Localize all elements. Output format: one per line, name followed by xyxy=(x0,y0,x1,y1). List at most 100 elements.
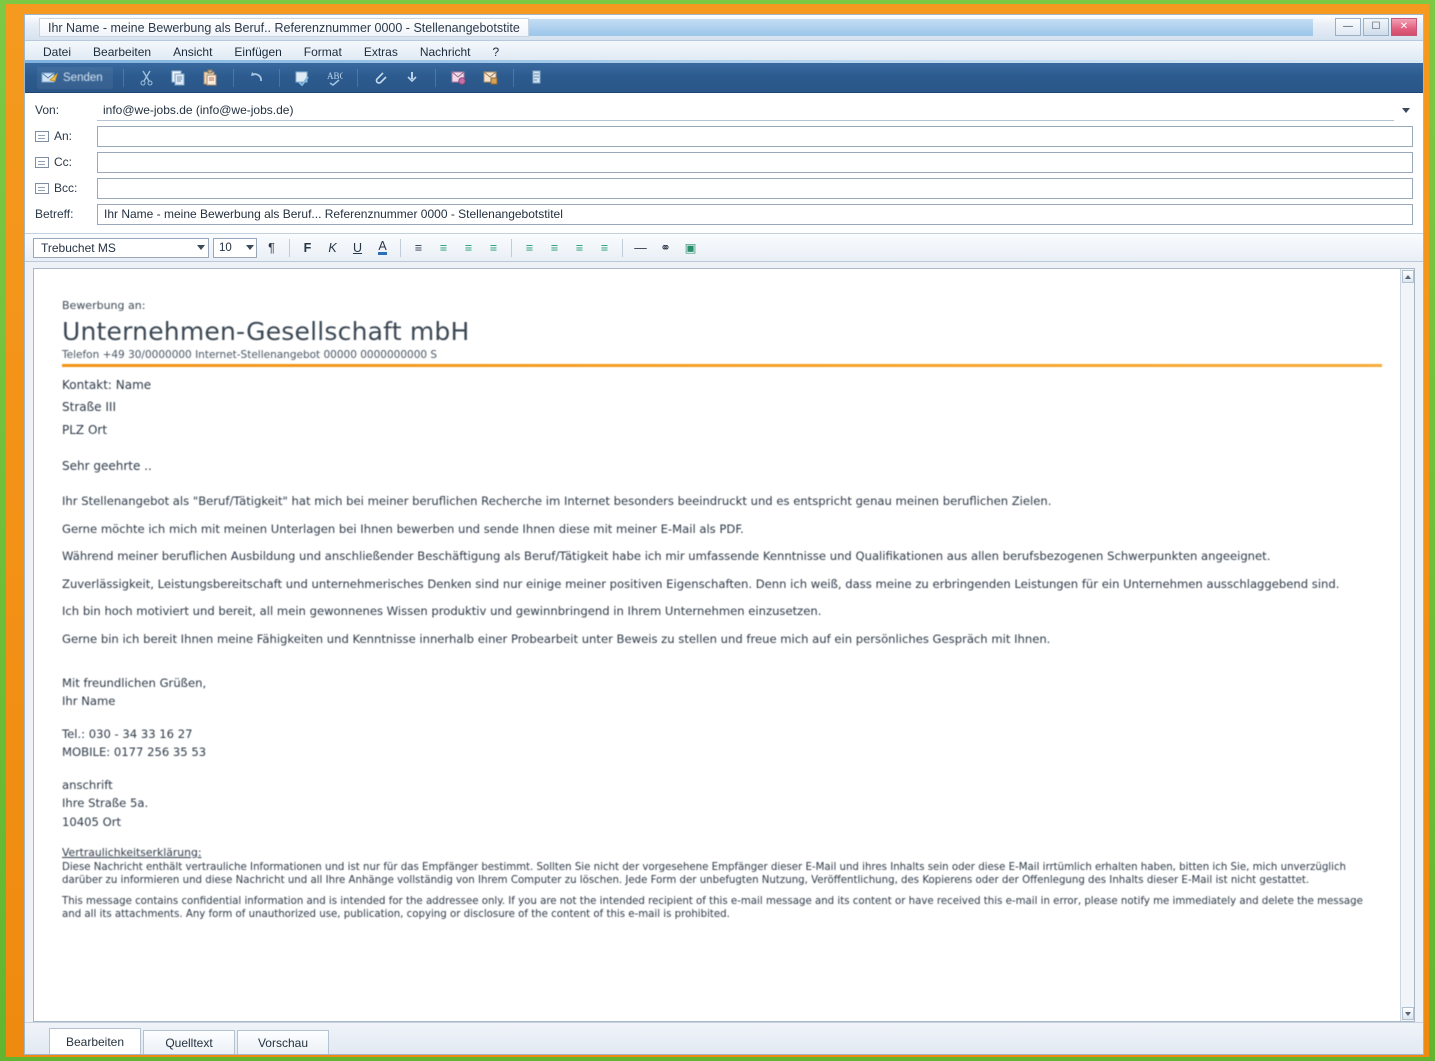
paste-button[interactable] xyxy=(198,67,223,89)
close-button[interactable]: ✕ xyxy=(1391,18,1417,36)
confidentiality-title: Vertraulichkeitserklärung: xyxy=(62,845,202,859)
email-compose-window: Ihr Name - meine Bewerbung als Beruf.. R… xyxy=(24,14,1424,1055)
italic-button[interactable]: K xyxy=(322,237,343,258)
menu-ansicht[interactable]: Ansicht xyxy=(173,45,212,59)
undo-icon xyxy=(248,69,265,86)
cut-button[interactable] xyxy=(134,67,159,89)
format-separator-4 xyxy=(622,238,623,257)
copy-button[interactable] xyxy=(166,67,191,89)
align-left-button[interactable]: ≡ xyxy=(519,237,540,258)
encrypt-button[interactable] xyxy=(478,67,503,89)
signature-phone: Tel.: 030 - 34 33 16 27 xyxy=(62,726,193,741)
increase-indent-button[interactable]: ≡ xyxy=(483,237,504,258)
insert-link-button[interactable]: ⚭ xyxy=(655,237,676,258)
font-family-select[interactable]: Trebuchet MS xyxy=(33,237,209,258)
insert-image-button[interactable]: ▣ xyxy=(680,237,701,258)
format-separator-3 xyxy=(511,238,512,257)
menu-extras[interactable]: Extras xyxy=(364,45,398,59)
from-input[interactable]: info@we-jobs.de (info@we-jobs.de) xyxy=(97,99,1394,121)
minimize-button[interactable]: — xyxy=(1335,18,1361,36)
address-label: anschrift xyxy=(62,777,113,792)
signature-mobile: MOBILE: 0177 256 35 53 xyxy=(62,745,207,760)
send-icon xyxy=(41,69,58,86)
tab-quelltext[interactable]: Quelltext xyxy=(143,1030,235,1054)
justify-button[interactable]: ≡ xyxy=(594,237,615,258)
offline-icon xyxy=(528,69,545,86)
bcc-row: Bcc: xyxy=(29,175,1413,201)
address-book-icon[interactable] xyxy=(35,182,49,194)
subject-input[interactable]: Ihr Name - meine Bewerbung als Beruf... … xyxy=(97,203,1413,225)
to-label[interactable]: An: xyxy=(29,129,97,143)
menu-bearbeiten[interactable]: Bearbeiten xyxy=(93,45,151,59)
body-paragraph: Ich bin hoch motiviert und bereit, all m… xyxy=(62,604,822,619)
message-body[interactable]: Bewerbung an: Unternehmen-Gesellschaft m… xyxy=(34,269,1400,1021)
body-paragraph: Gerne möchte ich mich mit meinen Unterla… xyxy=(62,521,744,536)
spellcheck-button[interactable]: ABC xyxy=(322,67,347,89)
chevron-down-icon xyxy=(197,245,205,250)
increase-indent-icon: ≡ xyxy=(489,240,498,255)
paragraph-style-icon: ¶ xyxy=(268,240,275,255)
undo-button[interactable] xyxy=(244,67,269,89)
numbered-list-button[interactable]: ≡ xyxy=(408,237,429,258)
main-toolbar: Senden AB xyxy=(25,63,1423,93)
menu-format[interactable]: Format xyxy=(304,45,342,59)
outer-green-border: Ihr Name - meine Bewerbung als Beruf.. R… xyxy=(0,0,1435,1061)
body-scrollbar[interactable] xyxy=(1400,269,1414,1021)
check-names-icon xyxy=(294,69,311,87)
menu-datei[interactable]: Datei xyxy=(43,45,71,59)
offline-button[interactable] xyxy=(524,67,549,89)
cc-label[interactable]: Cc: xyxy=(29,155,97,169)
bcc-label[interactable]: Bcc: xyxy=(29,181,97,195)
priority-button[interactable] xyxy=(400,67,425,89)
bold-icon: F xyxy=(303,240,312,255)
sign-button[interactable] xyxy=(446,67,471,89)
window-controls: — ☐ ✕ xyxy=(1335,18,1417,36)
align-right-button[interactable]: ≡ xyxy=(569,237,590,258)
to-input[interactable] xyxy=(97,125,1413,147)
font-color-button[interactable]: A xyxy=(372,237,393,258)
decrease-indent-icon: ≡ xyxy=(464,240,473,255)
check-names-button[interactable] xyxy=(290,67,315,89)
attach-button[interactable] xyxy=(368,67,393,89)
body-paragraph: Gerne bin ich bereit Ihnen meine Fähigke… xyxy=(62,632,1051,647)
font-size-select[interactable]: 10 xyxy=(213,237,257,258)
scroll-down-button[interactable] xyxy=(1401,1007,1414,1020)
orange-divider xyxy=(62,363,1382,367)
paragraph-style-button[interactable]: ¶ xyxy=(261,237,282,258)
address-book-icon[interactable] xyxy=(35,130,49,142)
contact-name: Kontakt: Name xyxy=(62,377,152,392)
chevron-down-icon xyxy=(246,245,254,250)
horizontal-rule-button[interactable]: — xyxy=(630,237,651,258)
closing-line: Mit freundlichen Grüßen, xyxy=(62,675,207,690)
bewerbung-label: Bewerbung an: xyxy=(62,299,146,312)
svg-text:ABC: ABC xyxy=(327,71,343,81)
bcc-input[interactable] xyxy=(97,177,1413,199)
bullet-list-button[interactable]: ≡ xyxy=(433,237,454,258)
from-dropdown-button[interactable] xyxy=(1398,103,1413,118)
align-right-icon: ≡ xyxy=(575,240,584,255)
bold-button[interactable]: F xyxy=(297,237,318,258)
insert-image-icon: ▣ xyxy=(684,241,697,255)
send-button[interactable]: Senden xyxy=(37,66,113,89)
underline-button[interactable]: U xyxy=(347,237,368,258)
tab-bearbeiten[interactable]: Bearbeiten xyxy=(49,1028,141,1054)
tab-vorschau[interactable]: Vorschau xyxy=(237,1030,329,1054)
menu-nachricht[interactable]: Nachricht xyxy=(420,45,471,59)
menu-einfuegen[interactable]: Einfügen xyxy=(234,45,281,59)
to-row: An: xyxy=(29,123,1413,149)
cc-row: Cc: xyxy=(29,149,1413,175)
maximize-button[interactable]: ☐ xyxy=(1363,18,1389,36)
window-title-container: Ihr Name - meine Bewerbung als Beruf.. R… xyxy=(39,18,529,37)
address-street: Ihre Straße 5a. xyxy=(62,796,149,811)
align-center-button[interactable]: ≡ xyxy=(544,237,565,258)
decrease-indent-button[interactable]: ≡ xyxy=(458,237,479,258)
toolbar-separator-4 xyxy=(356,68,358,87)
cc-input[interactable] xyxy=(97,151,1413,173)
address-fields: Von: info@we-jobs.de (info@we-jobs.de) A… xyxy=(25,93,1423,234)
scroll-up-button[interactable] xyxy=(1401,270,1414,283)
menu-help[interactable]: ? xyxy=(493,45,500,59)
menubar: Datei Bearbeiten Ansicht Einfügen Format… xyxy=(25,41,1423,63)
address-book-icon[interactable] xyxy=(35,156,49,168)
